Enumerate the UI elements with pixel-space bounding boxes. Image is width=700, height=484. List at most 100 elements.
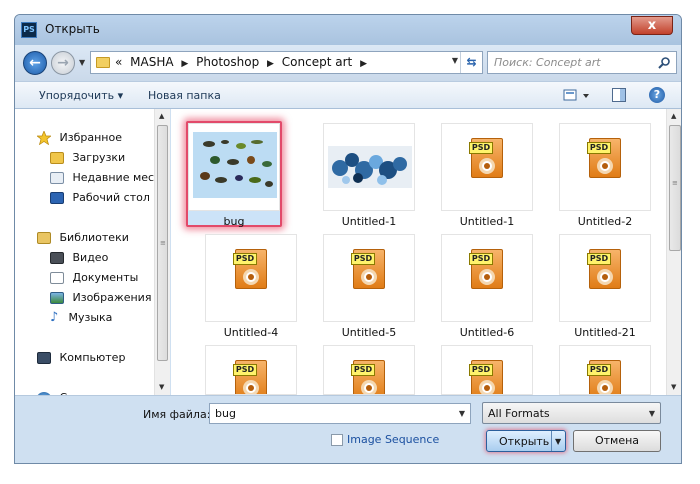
sidebar-item-video[interactable]: Видео: [50, 249, 108, 267]
documents-icon: [50, 272, 64, 284]
file-label[interactable]: Untitled-5: [310, 326, 428, 339]
sidebar-item-label: Библиотеки: [59, 231, 129, 244]
navigation-bar: ← → ▼ « MASHA ▶ Photoshop ▶ Concept art …: [15, 45, 681, 81]
breadcrumb-masha[interactable]: MASHA: [130, 55, 173, 69]
file-thumbnail[interactable]: PSD: [559, 345, 651, 395]
filename-label: Имя файла:: [143, 408, 211, 421]
open-file-dialog: PS Открыть x ← → ▼ « MASHA ▶ Photoshop ▶…: [14, 14, 682, 464]
photoshop-app-icon: PS: [21, 22, 37, 38]
folder-icon: [96, 57, 110, 68]
sidebar-item-libraries[interactable]: Библиотеки: [37, 229, 129, 247]
file-label[interactable]: Untitled-6: [428, 326, 546, 339]
file-label[interactable]: Untitled-1: [310, 215, 428, 228]
scroll-down-icon[interactable]: ▼: [159, 383, 164, 391]
computer-icon: [37, 352, 51, 364]
sidebar-item-downloads[interactable]: Загрузки: [50, 149, 125, 167]
sidebar-item-label: Загрузки: [72, 151, 126, 164]
file-thumbnail-bug[interactable]: [188, 123, 280, 211]
help-icon[interactable]: ?: [649, 87, 665, 103]
filename-value[interactable]: bug: [215, 407, 236, 420]
forward-button[interactable]: →: [51, 51, 75, 75]
window-title: Открыть: [45, 22, 100, 36]
sidebar-item-music[interactable]: ♪ Музыка: [50, 309, 112, 327]
sidebar-item-images[interactable]: Изображения: [50, 289, 151, 307]
video-icon: [50, 252, 64, 264]
address-dropdown-icon[interactable]: ▼: [452, 56, 458, 65]
organize-button[interactable]: Упорядочить ▾: [39, 89, 123, 102]
back-button[interactable]: ←: [23, 51, 47, 75]
breadcrumb-photoshop[interactable]: Photoshop: [196, 55, 259, 69]
file-thumbnail-untitled-6[interactable]: PSD: [441, 234, 533, 322]
file-label[interactable]: bug: [175, 215, 293, 228]
sidebar-item-favorites[interactable]: Избранное: [37, 129, 122, 147]
breadcrumb-separator-icon[interactable]: ▶: [267, 59, 274, 69]
file-grid-scrollbar[interactable]: ▲ ≡ ▼: [666, 109, 681, 395]
sidebar-item-label: Компьютер: [59, 351, 126, 364]
image-sequence-label[interactable]: Image Sequence: [347, 433, 439, 446]
sidebar-item-computer[interactable]: Компьютер: [37, 349, 125, 367]
refresh-button[interactable]: ⇆: [460, 52, 482, 73]
cancel-button[interactable]: Отмена: [573, 430, 661, 452]
file-label[interactable]: Untitled-2: [546, 215, 664, 228]
breadcrumb-concept-art[interactable]: Concept art: [282, 55, 352, 69]
breadcrumb-overflow[interactable]: «: [115, 55, 122, 69]
file-thumbnail-untitled-2[interactable]: PSD: [559, 123, 651, 211]
file-thumbnail-untitled-21[interactable]: PSD: [559, 234, 651, 322]
filename-input[interactable]: bug ▼: [209, 403, 471, 424]
scroll-up-icon[interactable]: ▲: [671, 112, 676, 120]
file-thumbnail-untitled-4[interactable]: PSD: [205, 234, 297, 322]
search-input[interactable]: Поиск: Concept art: [487, 51, 677, 74]
dialog-footer: Имя файла: bug ▼ All Formats ▼ Image Seq…: [15, 395, 681, 463]
file-grid-scroll-thumb[interactable]: ≡: [669, 125, 681, 251]
file-thumbnail[interactable]: PSD: [323, 345, 415, 395]
chevron-down-icon[interactable]: ▼: [459, 409, 465, 418]
sidebar-item-recent-places[interactable]: Недавние места: [50, 169, 167, 187]
file-label[interactable]: Untitled-21: [546, 326, 664, 339]
sidebar-item-label: Рабочий стол: [72, 191, 150, 204]
image-sequence-checkbox[interactable]: [331, 434, 343, 446]
psd-file-icon: PSD: [469, 247, 505, 289]
file-thumbnail-untitled-1-image[interactable]: [323, 123, 415, 211]
file-label[interactable]: Untitled-1: [428, 215, 546, 228]
sidebar-item-label: Видео: [72, 251, 109, 264]
music-icon: ♪: [50, 310, 59, 325]
search-icon[interactable]: [658, 57, 670, 69]
sidebar-item-label: Изображения: [72, 291, 152, 304]
file-thumbnail[interactable]: PSD: [441, 345, 533, 395]
bugs-image-icon: [193, 132, 277, 198]
address-bar[interactable]: « MASHA ▶ Photoshop ▶ Concept art ▶ ▼ ⇆: [90, 51, 483, 74]
star-icon: [37, 131, 51, 145]
history-dropdown-icon[interactable]: ▼: [79, 58, 85, 67]
sidebar-scroll-thumb[interactable]: ≡: [157, 125, 168, 361]
recent-places-icon: [50, 172, 64, 184]
breadcrumb-separator-icon[interactable]: ▶: [360, 59, 367, 69]
psd-file-icon: PSD: [469, 358, 505, 394]
new-folder-button[interactable]: Новая папка: [148, 89, 221, 102]
chevron-down-icon[interactable]: ▼: [649, 409, 655, 418]
psd-file-icon: PSD: [587, 358, 623, 394]
file-format-select[interactable]: All Formats ▼: [482, 402, 661, 424]
psd-file-icon: PSD: [233, 247, 269, 289]
file-thumbnail[interactable]: PSD: [205, 345, 297, 395]
breadcrumb-separator-icon[interactable]: ▶: [181, 59, 188, 69]
sidebar-item-documents[interactable]: Документы: [50, 269, 138, 287]
open-button-label: Открыть: [499, 435, 550, 448]
close-button[interactable]: x: [631, 16, 673, 35]
file-thumbnail-untitled-5[interactable]: PSD: [323, 234, 415, 322]
sidebar-item-desktop[interactable]: Рабочий стол: [50, 189, 150, 207]
title-bar: PS Открыть x: [15, 15, 681, 45]
sidebar-item-label: Избранное: [59, 131, 122, 144]
open-button[interactable]: Открыть ▼: [486, 430, 566, 452]
file-thumbnail-untitled-1-psd[interactable]: PSD: [441, 123, 533, 211]
open-options-button[interactable]: ▼: [551, 431, 566, 451]
psd-file-icon: PSD: [587, 136, 623, 178]
psd-file-icon: PSD: [351, 358, 387, 394]
preview-pane-icon[interactable]: [612, 88, 626, 102]
grip-icon: ≡: [160, 239, 166, 247]
sidebar-item-label: Музыка: [68, 311, 113, 324]
scroll-down-icon[interactable]: ▼: [671, 383, 676, 391]
scroll-up-icon[interactable]: ▲: [159, 112, 164, 120]
file-label[interactable]: Untitled-4: [192, 326, 310, 339]
change-view-icon[interactable]: [563, 88, 591, 104]
sidebar-scrollbar[interactable]: ▲ ≡ ▼: [154, 109, 170, 395]
